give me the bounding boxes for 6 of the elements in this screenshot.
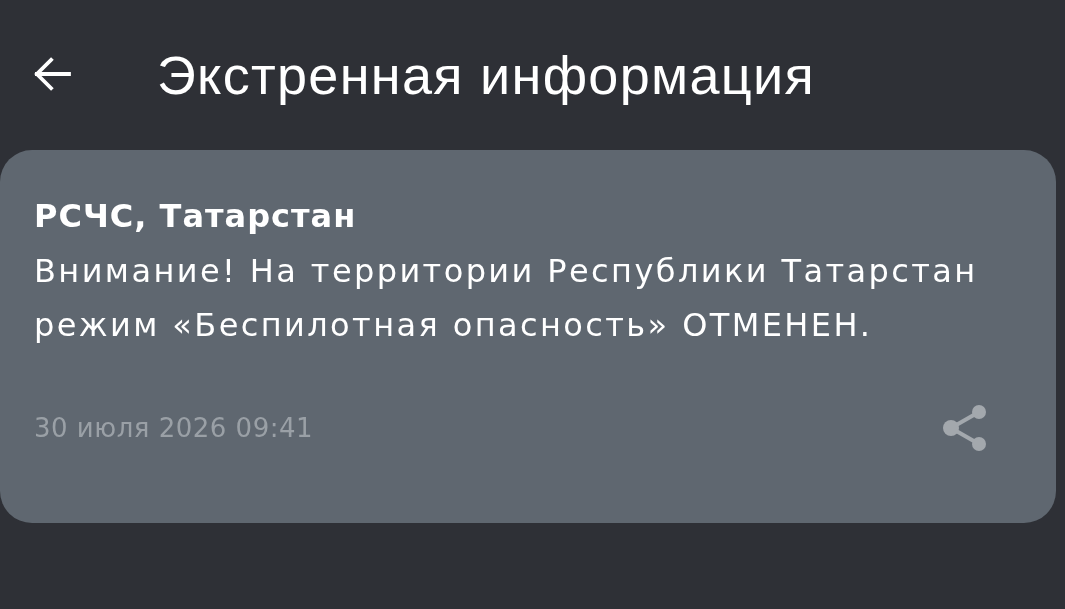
alert-timestamp: 30 июля 2026 09:41 — [34, 412, 314, 444]
screen-title: Экстренная информация — [157, 44, 816, 106]
back-arrow-icon — [33, 57, 71, 91]
alert-source: РСЧС, Татарстан — [34, 196, 358, 236]
alert-message: Внимание! На территории Республики Татарстан режим «Беспилотная опасность» ОТМЕНЕН. — [34, 251, 979, 346]
share-icon — [943, 405, 987, 451]
